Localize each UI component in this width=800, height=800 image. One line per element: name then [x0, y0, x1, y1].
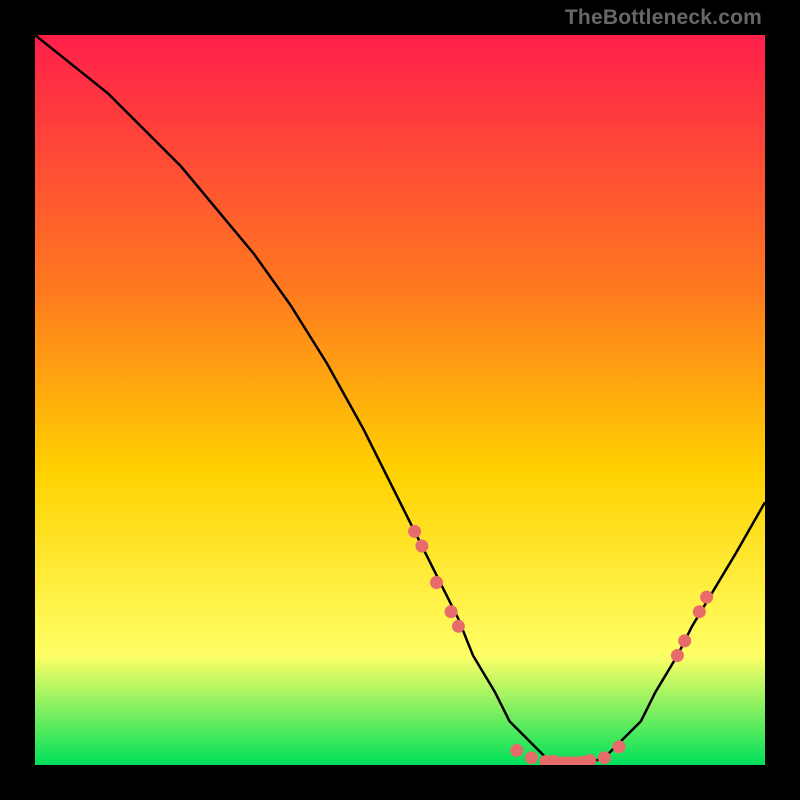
- curve-marker: [408, 525, 421, 538]
- curve-marker: [452, 620, 465, 633]
- curve-marker: [510, 744, 523, 757]
- curve-marker: [598, 751, 611, 764]
- curve-marker: [671, 649, 684, 662]
- curve-marker: [445, 605, 458, 618]
- curve-marker: [678, 634, 691, 647]
- chart-frame: [35, 35, 765, 765]
- heatmap-background: [35, 35, 765, 765]
- curve-marker: [613, 740, 626, 753]
- curve-marker: [700, 591, 713, 604]
- curve-marker: [415, 540, 428, 553]
- curve-marker: [430, 576, 443, 589]
- watermark-text: TheBottleneck.com: [565, 6, 762, 30]
- chart-plot: [35, 35, 765, 765]
- curve-marker: [693, 605, 706, 618]
- curve-marker: [525, 751, 538, 764]
